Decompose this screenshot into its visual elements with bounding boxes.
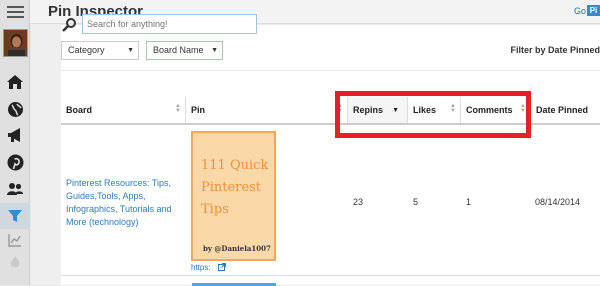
search-bar — [62, 14, 262, 34]
pinterest-icon[interactable] — [0, 149, 30, 175]
hamburger-menu-icon[interactable] — [0, 0, 30, 24]
pin-link[interactable]: https: — [191, 263, 226, 273]
category-select-label: Category — [68, 45, 105, 55]
sidebar — [0, 0, 30, 285]
search-input[interactable] — [82, 14, 257, 34]
left-gutter — [31, 24, 61, 285]
column-label: Pin — [191, 105, 206, 115]
chevron-down-icon: ▼ — [127, 47, 134, 54]
column-header-date-pinned[interactable]: Date Pinned — [531, 97, 600, 123]
board-link[interactable]: Pinterest Resources: Tips, Guides,Tools,… — [66, 177, 184, 229]
pin-image[interactable]: 111 Quick Pinterest Tips by @Daniela1007 — [191, 131, 276, 261]
external-link-icon — [217, 263, 226, 273]
globe-icon[interactable] — [0, 96, 30, 122]
go-link[interactable]: Go — [574, 6, 586, 16]
repins-value: 23 — [353, 197, 364, 207]
pin-image-title: 111 Quick Pinterest Tips — [201, 158, 269, 217]
comments-value: 1 — [466, 197, 472, 207]
board-name-select[interactable]: Board Name ▼ — [146, 41, 223, 60]
divider — [61, 70, 600, 71]
fire-icon[interactable] — [0, 251, 30, 273]
filter-by-date-label[interactable]: Filter by Date Pinned — [510, 45, 600, 55]
pin-image-credit: by @Daniela1007 — [203, 244, 271, 253]
megaphone-icon[interactable] — [0, 122, 30, 148]
pin-link-text: https: — [191, 263, 211, 272]
row-divider — [61, 275, 600, 276]
main-content: Category ▼ Board Name ▼ Filter by Date P… — [61, 25, 600, 286]
date-pinned-value: 08/14/2014 — [535, 197, 581, 207]
column-header-pin[interactable]: Pin ▲ ▼ — [186, 97, 348, 123]
likes-value: 5 — [413, 197, 419, 207]
column-header-board[interactable]: Board ▲ ▼ — [61, 97, 186, 123]
category-select[interactable]: Category ▼ — [61, 41, 139, 60]
chevron-down-icon: ▼ — [211, 47, 218, 54]
column-label: Date Pinned — [536, 105, 589, 115]
chart-icon[interactable] — [0, 229, 30, 251]
home-icon[interactable] — [0, 69, 30, 95]
users-icon[interactable] — [0, 176, 30, 202]
highlight-box — [335, 91, 531, 138]
board-name-select-label: Board Name — [153, 45, 204, 55]
sort-icon: ▲ ▼ — [175, 103, 181, 114]
search-icon[interactable] — [62, 18, 76, 37]
filter-icon[interactable] — [0, 203, 30, 229]
avatar[interactable] — [3, 29, 28, 57]
column-label: Board — [66, 105, 93, 115]
go-badge[interactable]: Pi — [587, 5, 600, 16]
